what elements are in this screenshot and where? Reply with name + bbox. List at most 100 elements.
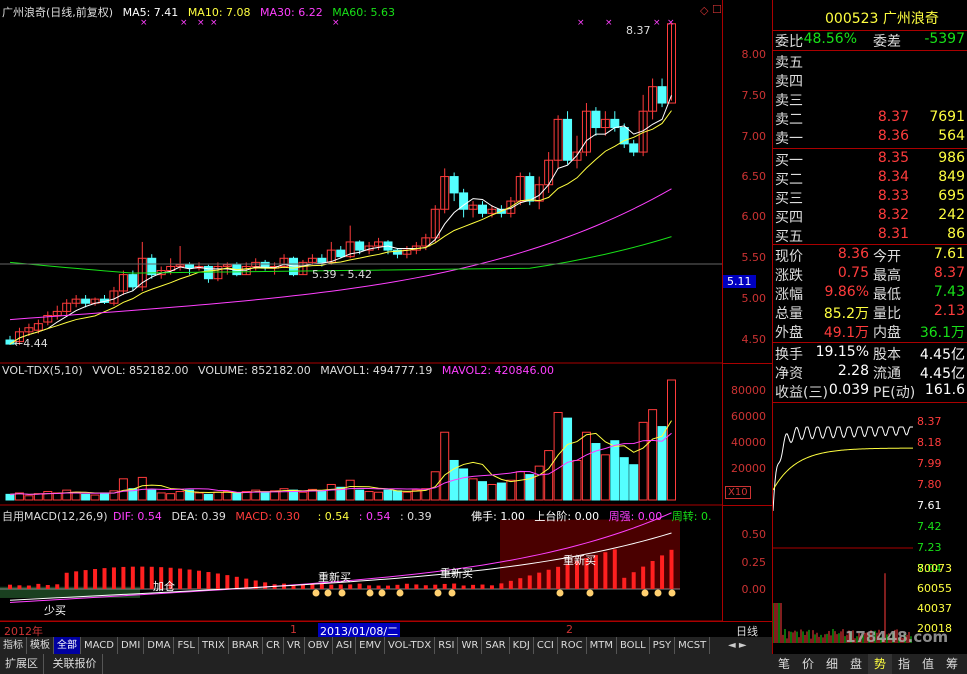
tab-emv[interactable]: EMV [356,637,385,654]
x10-label: X10 [725,486,751,499]
annotation-rebuy: 重新买 [563,552,596,568]
buy-signal-icon [449,590,456,597]
tab-macd[interactable]: MACD [81,637,118,654]
weicha-value: -5397 [924,31,965,47]
macd-bar [27,586,31,589]
right-tab-5[interactable]: 指 [892,654,916,674]
volume-bar [63,490,71,500]
macd-bar [84,570,88,589]
macd-bar [112,567,116,589]
right-tab-1[interactable]: 价 [796,654,820,674]
candle-body [356,242,364,250]
sell-level-4[interactable]: 卖四 [775,71,967,90]
vol-tick: 40000 [731,436,766,449]
right-tabs: 笔价细盘势指值筹 [772,654,967,674]
volume-bar [554,412,562,500]
tab-dma[interactable]: DMA [144,637,174,654]
macd-bar [339,584,343,589]
macd-bar [358,584,362,589]
buy-signal-icon [642,590,649,597]
tab-scroll[interactable]: ◄ ► [722,637,772,654]
right-tab-3[interactable]: 盘 [844,654,868,674]
tab-指标[interactable]: 指标 [0,637,27,654]
right-tab-2[interactable]: 细 [820,654,844,674]
quote-stat-row: 现价 8.36 今开 7.61 [775,246,967,265]
tab-related-quote[interactable]: 关联报价 [48,654,103,674]
volume-bar [44,492,52,500]
buy-level-3[interactable]: 买三 8.33 695 [775,188,967,207]
candle-body [337,250,345,257]
tab-fsl[interactable]: FSL [174,637,199,654]
buy-level-2[interactable]: 买二 8.34 849 [775,169,967,188]
buy-level-1[interactable]: 买一 8.35 986 [775,150,967,169]
tab-模板[interactable]: 模板 [27,637,54,654]
buy-signal-icon [435,590,442,597]
sell-level-5[interactable]: 卖五 [775,52,967,71]
tab-roc[interactable]: ROC [558,637,587,654]
macd-header: 自用MACD(12,26,9) DIF: 0.54 DEA: 0.39 MACD… [2,508,717,524]
right-tab-6[interactable]: 值 [916,654,940,674]
tab-trix[interactable]: TRIX [199,637,229,654]
tab-cr[interactable]: CR [263,637,284,654]
vol-indicator-name[interactable]: VOL-TDX(5,10) [2,364,83,377]
v1-value: : 0.54 [318,510,350,523]
buy-level-5[interactable]: 买五 8.31 86 [775,226,967,245]
tab-vr[interactable]: VR [284,637,305,654]
sell-level-3[interactable]: 卖三 [775,90,967,109]
macd-bar [462,585,466,589]
tab-vol-tdx[interactable]: VOL-TDX [385,637,435,654]
tab-mcst[interactable]: MCST [675,637,710,654]
tab-obv[interactable]: OBV [305,637,333,654]
volume-bar [356,490,364,500]
dif-value: DIF: 0.54 [113,510,162,523]
macd-bar [670,550,674,589]
macd-bar [528,575,532,589]
tab-brar[interactable]: BRAR [229,637,263,654]
macd-bar [188,570,192,589]
intraday-vol-tick: 80073 [917,562,952,575]
quote-stat-row: 总量 85.2万 量比 2.13 [775,303,967,322]
right-tab-4[interactable]: 势 [868,654,892,674]
sell-level-1[interactable]: 卖一 8.36 564 [775,128,967,147]
macd-bar [424,585,428,589]
tab-wr[interactable]: WR [458,637,482,654]
volume-bar [167,494,175,500]
buy-level-4[interactable]: 买四 8.32 242 [775,207,967,226]
volume-bar [299,492,307,500]
macd-bar [433,585,437,589]
volume-bar [441,432,449,500]
right-tab-7[interactable]: 筹 [940,654,964,674]
tab-cci[interactable]: CCI [534,637,558,654]
tab-psy[interactable]: PSY [650,637,676,654]
tab-mtm[interactable]: MTM [587,637,617,654]
tab-asi[interactable]: ASI [333,637,356,654]
candle-body [630,144,638,152]
macd-bar [377,586,381,589]
tab-全部[interactable]: 全部 [54,637,81,654]
candle-body [658,87,666,103]
candle-body [479,205,487,213]
macd-indicator-name[interactable]: 自用MACD(12,26,9) [2,510,108,523]
volume-bar [507,480,515,500]
annotation-shaomai: 少买 [44,602,66,618]
tab-dmi[interactable]: DMI [118,637,144,654]
macd-axis: 0.50 0.25 0.00 [722,505,772,621]
macd-bar [178,569,182,589]
tab-boll[interactable]: BOLL [617,637,650,654]
tab-kdj[interactable]: KDJ [510,637,534,654]
v2-value: : 0.54 [359,510,391,523]
macd-bar [225,575,229,589]
kline-chart[interactable]: × × × × × × × × ×8.37←4.445.39 - 5.42 [0,0,722,637]
volume-bar [176,492,184,500]
intraday-vol-tick: 20018 [917,622,952,635]
right-tab-0[interactable]: 笔 [772,654,796,674]
volume-bar [233,493,241,500]
tab-rsi[interactable]: RSI [435,637,458,654]
tab-sar[interactable]: SAR [482,637,509,654]
volume-bar [469,479,477,500]
tab-extension[interactable]: 扩展区 [0,654,44,674]
volume-bar [365,492,373,500]
sell-level-2[interactable]: 卖二 8.37 7691 [775,109,967,128]
volume-bar [261,492,269,500]
volume-bar [564,418,572,500]
